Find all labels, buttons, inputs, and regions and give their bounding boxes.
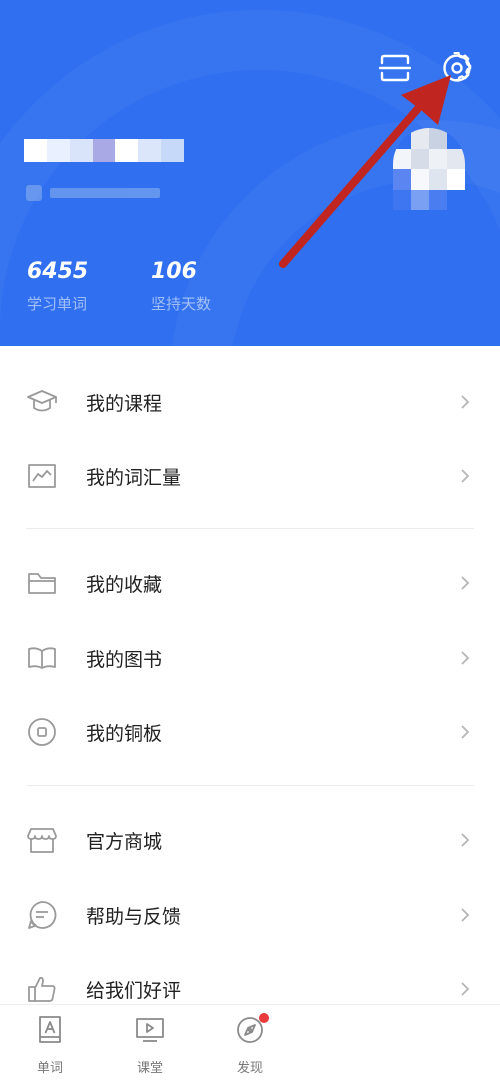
nav-tab-words[interactable]: 单词: [20, 1015, 80, 1081]
menu-item-label: 官方商城: [86, 830, 163, 853]
folder-icon: [26, 567, 58, 599]
shop-icon: [26, 824, 58, 856]
bottom-navigation: 单词 课堂 发现: [0, 1004, 500, 1084]
menu-item-my-courses[interactable]: 我的课程: [0, 372, 500, 432]
chevron-right-icon: [458, 576, 472, 590]
menu-item-label: 我的词汇量: [86, 466, 182, 489]
nav-tab-label: 单词: [36, 1061, 63, 1076]
divider: [26, 528, 474, 529]
menu-item-help-feedback[interactable]: 帮助与反馈: [0, 885, 500, 945]
book-open-icon: [26, 642, 58, 674]
menu-item-my-favorites[interactable]: 我的收藏: [0, 553, 500, 613]
chevron-right-icon: [458, 395, 472, 409]
menu-item-label: 给我们好评: [86, 979, 182, 1002]
avatar[interactable]: [393, 128, 465, 210]
chat-bubble-icon: [26, 899, 58, 931]
menu-item-label: 我的课程: [86, 392, 163, 415]
menu-item-label: 我的铜板: [86, 722, 163, 745]
menu-item-label: 我的图书: [86, 648, 163, 671]
chart-line-icon: [26, 460, 58, 492]
menu-item-my-vocabulary[interactable]: 我的词汇量: [0, 446, 500, 506]
notification-badge: [259, 1013, 269, 1023]
divider: [26, 785, 474, 786]
user-id-redacted: [26, 183, 160, 203]
scan-button[interactable]: [375, 48, 415, 88]
nav-tab-label: 课堂: [136, 1061, 163, 1076]
profile-header: 6455 学习单词 106 坚持天数: [0, 0, 500, 346]
chevron-right-icon: [458, 833, 472, 847]
chevron-right-icon: [458, 908, 472, 922]
thumbs-up-icon: [26, 973, 58, 1005]
username-redacted: [24, 139, 185, 162]
chevron-right-icon: [458, 982, 472, 996]
gear-icon: [443, 52, 472, 82]
stat-learned-words[interactable]: 6455 学习单词: [27, 257, 88, 314]
chevron-right-icon: [458, 469, 472, 483]
stat-label: 坚持天数: [151, 295, 212, 313]
menu-item-label: 我的收藏: [86, 573, 163, 596]
menu-item-label: 帮助与反馈: [86, 905, 182, 928]
compass-icon: [235, 1013, 269, 1045]
stat-value: 106: [151, 259, 197, 284]
nav-tab-label: 发现: [236, 1061, 263, 1076]
stat-value: 6455: [27, 259, 89, 284]
graduation-cap-icon: [26, 386, 58, 418]
menu-item-official-store[interactable]: 官方商城: [0, 810, 500, 870]
menu-item-my-books[interactable]: 我的图书: [0, 628, 500, 688]
nav-tab-classroom[interactable]: 课堂: [120, 1015, 180, 1081]
scan-icon: [379, 54, 411, 82]
stat-streak-days[interactable]: 106 坚持天数: [151, 257, 211, 314]
chevron-right-icon: [458, 725, 472, 739]
word-card-icon: [35, 1015, 65, 1045]
settings-button[interactable]: [437, 48, 477, 88]
video-play-icon: [135, 1015, 165, 1045]
stat-label: 学习单词: [27, 295, 88, 313]
menu-item-my-coins[interactable]: 我的铜板: [0, 702, 500, 762]
coin-icon: [26, 716, 58, 748]
chevron-right-icon: [458, 651, 472, 665]
nav-tab-discover[interactable]: 发现: [220, 1013, 280, 1081]
